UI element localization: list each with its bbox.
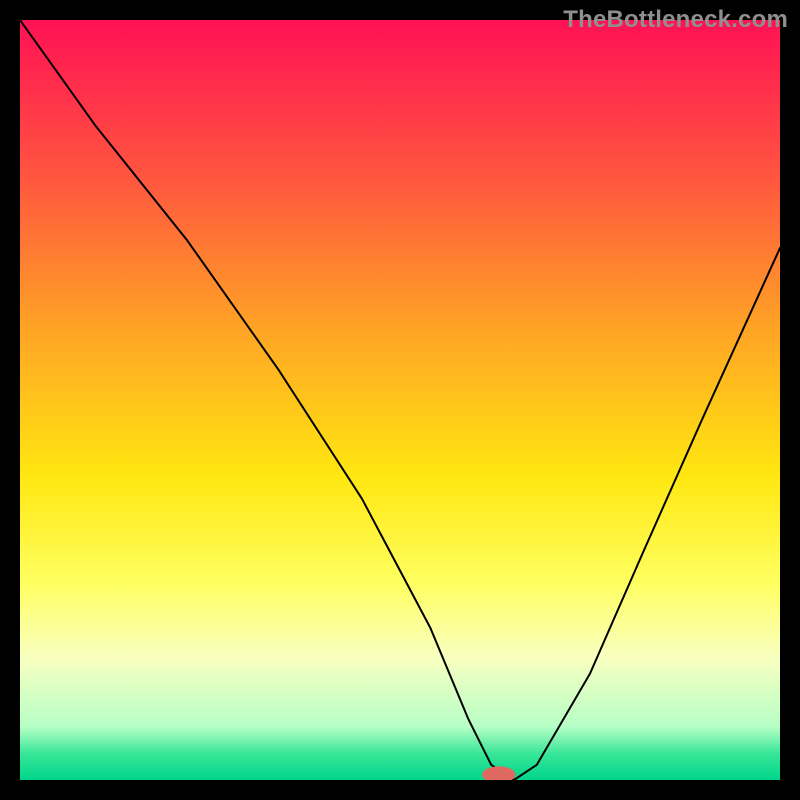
- watermark-text: TheBottleneck.com: [563, 6, 788, 34]
- chart-frame: TheBottleneck.com: [0, 0, 800, 800]
- plot-area: [20, 20, 780, 780]
- chart-svg: [20, 20, 780, 780]
- gradient-background: [20, 20, 780, 780]
